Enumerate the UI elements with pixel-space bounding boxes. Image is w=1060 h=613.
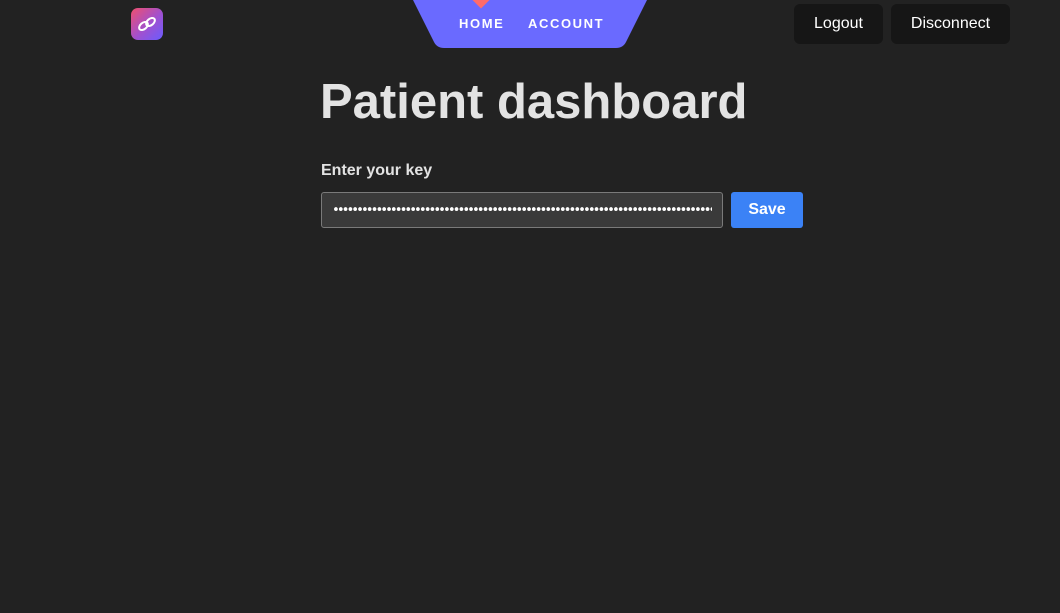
logout-button[interactable]: Logout: [794, 4, 883, 44]
page-title: Patient dashboard: [320, 75, 748, 129]
key-input[interactable]: [321, 192, 723, 228]
disconnect-button[interactable]: Disconnect: [891, 4, 1010, 44]
link-logo-icon: [138, 16, 156, 32]
app-logo[interactable]: [131, 8, 163, 40]
nav-account-link[interactable]: ACCOUNT: [528, 16, 604, 31]
save-button[interactable]: Save: [731, 192, 803, 228]
main-nav: HOME ACCOUNT: [413, 0, 647, 48]
nav-home-link[interactable]: HOME: [459, 16, 504, 31]
key-field-label: Enter your key: [321, 162, 433, 179]
